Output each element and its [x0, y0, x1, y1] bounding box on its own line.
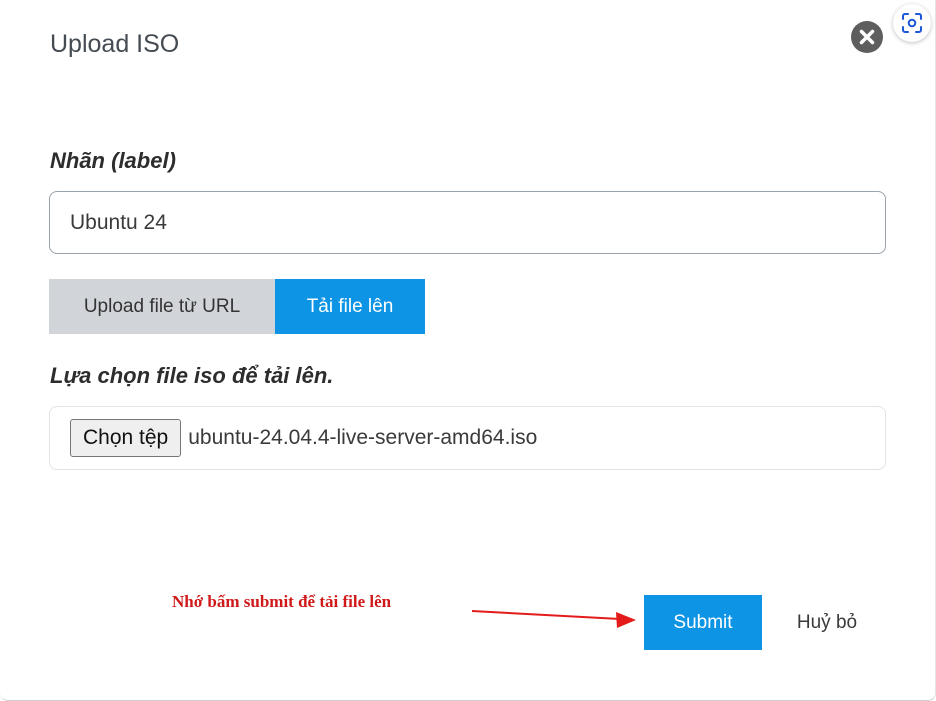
label-input[interactable]	[49, 191, 886, 254]
upload-mode-tabs: Upload file từ URL Tải file lên	[49, 279, 425, 334]
tab-upload-from-url[interactable]: Upload file từ URL	[49, 279, 275, 334]
close-icon	[859, 29, 875, 45]
dialog-title: Upload ISO	[50, 30, 180, 58]
tab-upload-file[interactable]: Tải file lên	[275, 279, 425, 334]
google-lens-icon	[902, 13, 922, 33]
choose-file-button[interactable]: Chọn tệp	[70, 419, 182, 457]
submit-button[interactable]: Submit	[644, 595, 762, 650]
file-field-label: Lựa chọn file iso để tải lên.	[50, 363, 334, 388]
annotation-arrow	[471, 610, 636, 628]
upload-iso-dialog: Upload ISO Nhãn (label) Upload file từ U…	[0, 0, 936, 701]
cancel-button[interactable]: Huỷ bỏ	[782, 595, 872, 650]
close-button[interactable]	[851, 21, 883, 53]
annotation-note: Nhớ bấm submit để tải file lên	[172, 592, 392, 611]
lens-button[interactable]	[893, 4, 931, 42]
selected-file-name: ubuntu-24.04.4-live-server-amd64.iso	[188, 426, 538, 449]
label-field-label: Nhãn (label)	[50, 148, 176, 173]
file-input[interactable]: Chọn tệp ubuntu-24.04.4-live-server-amd6…	[49, 406, 886, 470]
